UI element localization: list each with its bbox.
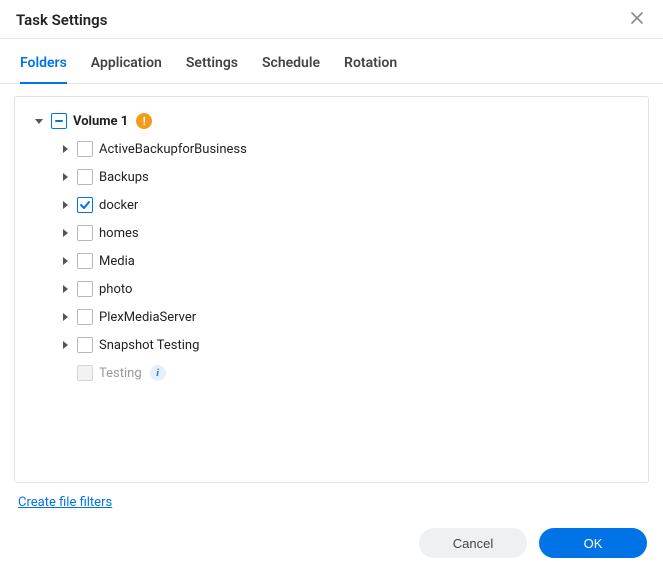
cancel-button[interactable]: Cancel <box>419 528 527 558</box>
caret-right-icon[interactable] <box>59 143 71 155</box>
info-icon: i <box>150 365 166 381</box>
dialog-title: Task Settings <box>16 11 107 29</box>
tree-row-label: homes <box>99 226 139 241</box>
checkbox[interactable] <box>77 225 93 241</box>
checkbox[interactable] <box>77 281 93 297</box>
tree-row[interactable]: Media <box>23 247 640 275</box>
create-file-filters-link[interactable]: Create file filters <box>18 495 112 510</box>
tree-root-row[interactable]: Volume 1! <box>23 107 640 135</box>
caret-right-icon[interactable] <box>59 339 71 351</box>
tab-settings[interactable]: Settings <box>186 51 238 83</box>
tree-root-label: Volume 1 <box>73 114 128 129</box>
tree-row-label: ActiveBackupforBusiness <box>99 142 247 157</box>
tree-row[interactable]: photo <box>23 275 640 303</box>
task-settings-dialog: Task Settings Folders Application Settings… <box>0 0 663 572</box>
tree-row-label: docker <box>99 198 138 213</box>
tree-row-label: photo <box>99 282 132 297</box>
link-row: Create file filters <box>14 483 649 514</box>
folder-tree: Volume 1! ActiveBackupforBusiness Backups d… <box>14 96 649 483</box>
tree-row[interactable]: ActiveBackupforBusiness <box>23 135 640 163</box>
checkbox <box>77 365 93 381</box>
tree-row: Testing i <box>23 359 640 387</box>
tree-row[interactable]: Backups <box>23 163 640 191</box>
tab-bar: Folders Application Settings Schedule Rotati… <box>0 39 663 84</box>
checkbox[interactable] <box>77 197 93 213</box>
caret-right-icon[interactable] <box>59 311 71 323</box>
checkbox[interactable] <box>77 253 93 269</box>
tab-rotation[interactable]: Rotation <box>344 51 397 83</box>
close-icon <box>630 11 644 29</box>
tree-row-label: PlexMediaServer <box>99 310 196 325</box>
dialog-footer: Cancel OK <box>0 514 663 572</box>
tree-row-label: Snapshot Testing <box>99 338 199 353</box>
checkbox[interactable] <box>77 309 93 325</box>
caret-right-icon[interactable] <box>59 283 71 295</box>
dialog-body: Volume 1! ActiveBackupforBusiness Backups d… <box>0 84 663 514</box>
warning-icon: ! <box>136 113 152 129</box>
tree-row-label: Testing <box>99 366 142 381</box>
caret-right-icon[interactable] <box>59 199 71 211</box>
ok-button[interactable]: OK <box>539 528 647 558</box>
caret-right-icon[interactable] <box>59 255 71 267</box>
tree-row[interactable]: Snapshot Testing <box>23 331 640 359</box>
tree-row-label: Backups <box>99 170 149 185</box>
tree-row[interactable]: PlexMediaServer <box>23 303 640 331</box>
tab-folders[interactable]: Folders <box>20 51 67 83</box>
close-button[interactable] <box>627 10 647 30</box>
caret-down-icon[interactable] <box>33 115 45 127</box>
titlebar: Task Settings <box>0 0 663 38</box>
tab-application[interactable]: Application <box>91 51 162 83</box>
checkbox[interactable] <box>77 169 93 185</box>
caret-right-icon[interactable] <box>59 227 71 239</box>
tree-row[interactable]: homes <box>23 219 640 247</box>
checkbox[interactable] <box>77 337 93 353</box>
tree-row[interactable]: docker <box>23 191 640 219</box>
checkbox[interactable] <box>51 113 67 129</box>
tree-row-label: Media <box>99 254 135 269</box>
tab-schedule[interactable]: Schedule <box>262 51 320 83</box>
caret-right-icon[interactable] <box>59 171 71 183</box>
checkbox[interactable] <box>77 141 93 157</box>
